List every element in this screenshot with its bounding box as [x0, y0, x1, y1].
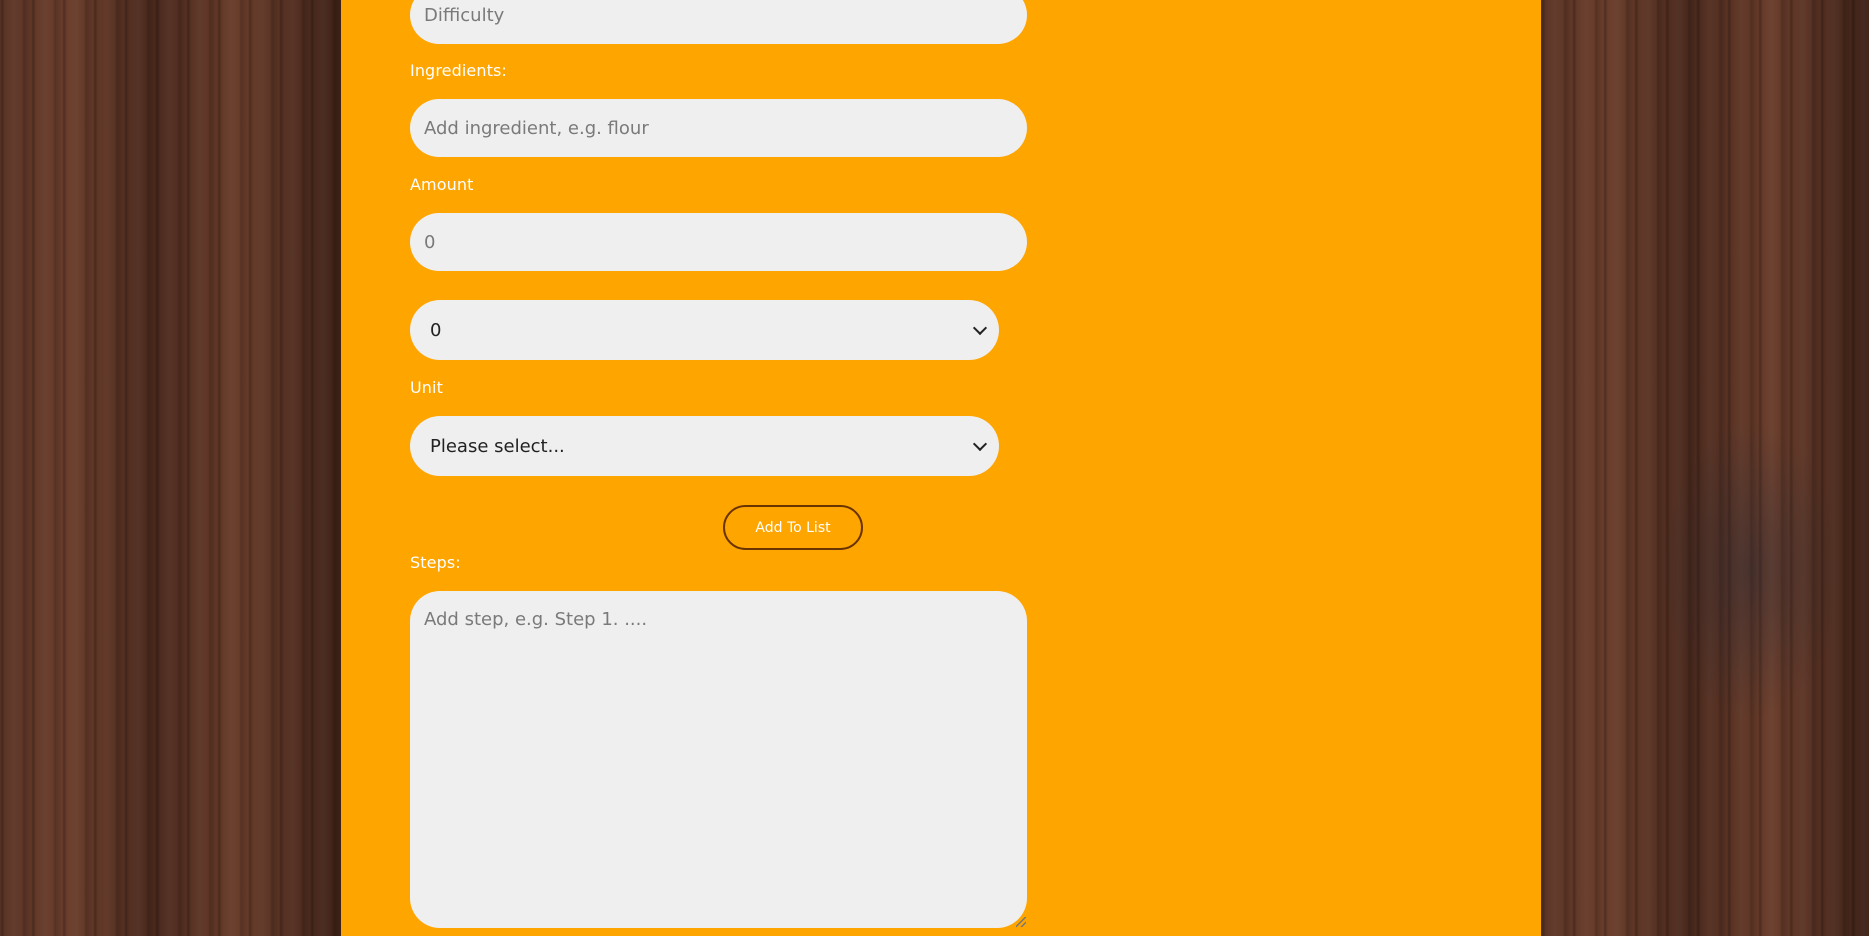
amount-select[interactable]: 0 — [410, 300, 999, 360]
amount-label: Amount — [410, 175, 474, 194]
amount-select-value: 0 — [430, 319, 442, 341]
unit-label: Unit — [410, 378, 443, 397]
ingredients-label: Ingredients: — [410, 61, 507, 80]
recipe-form-panel: Ingredients: Amount 0 Unit Please select… — [341, 0, 1541, 936]
chevron-down-icon — [972, 436, 988, 451]
chevron-down-icon — [972, 320, 988, 335]
resize-grip-icon[interactable] — [1016, 917, 1026, 927]
wood-background-left — [0, 0, 341, 936]
wood-background-right — [1541, 0, 1869, 936]
unit-select[interactable]: Please select... — [410, 416, 999, 476]
amount-input[interactable] — [410, 213, 1027, 271]
add-to-list-button[interactable]: Add To List — [723, 505, 863, 550]
steps-textarea[interactable] — [410, 591, 1027, 928]
difficulty-input[interactable] — [410, 0, 1027, 44]
steps-label: Steps: — [410, 553, 461, 572]
ingredient-input[interactable] — [410, 99, 1027, 157]
unit-select-value: Please select... — [430, 435, 565, 457]
